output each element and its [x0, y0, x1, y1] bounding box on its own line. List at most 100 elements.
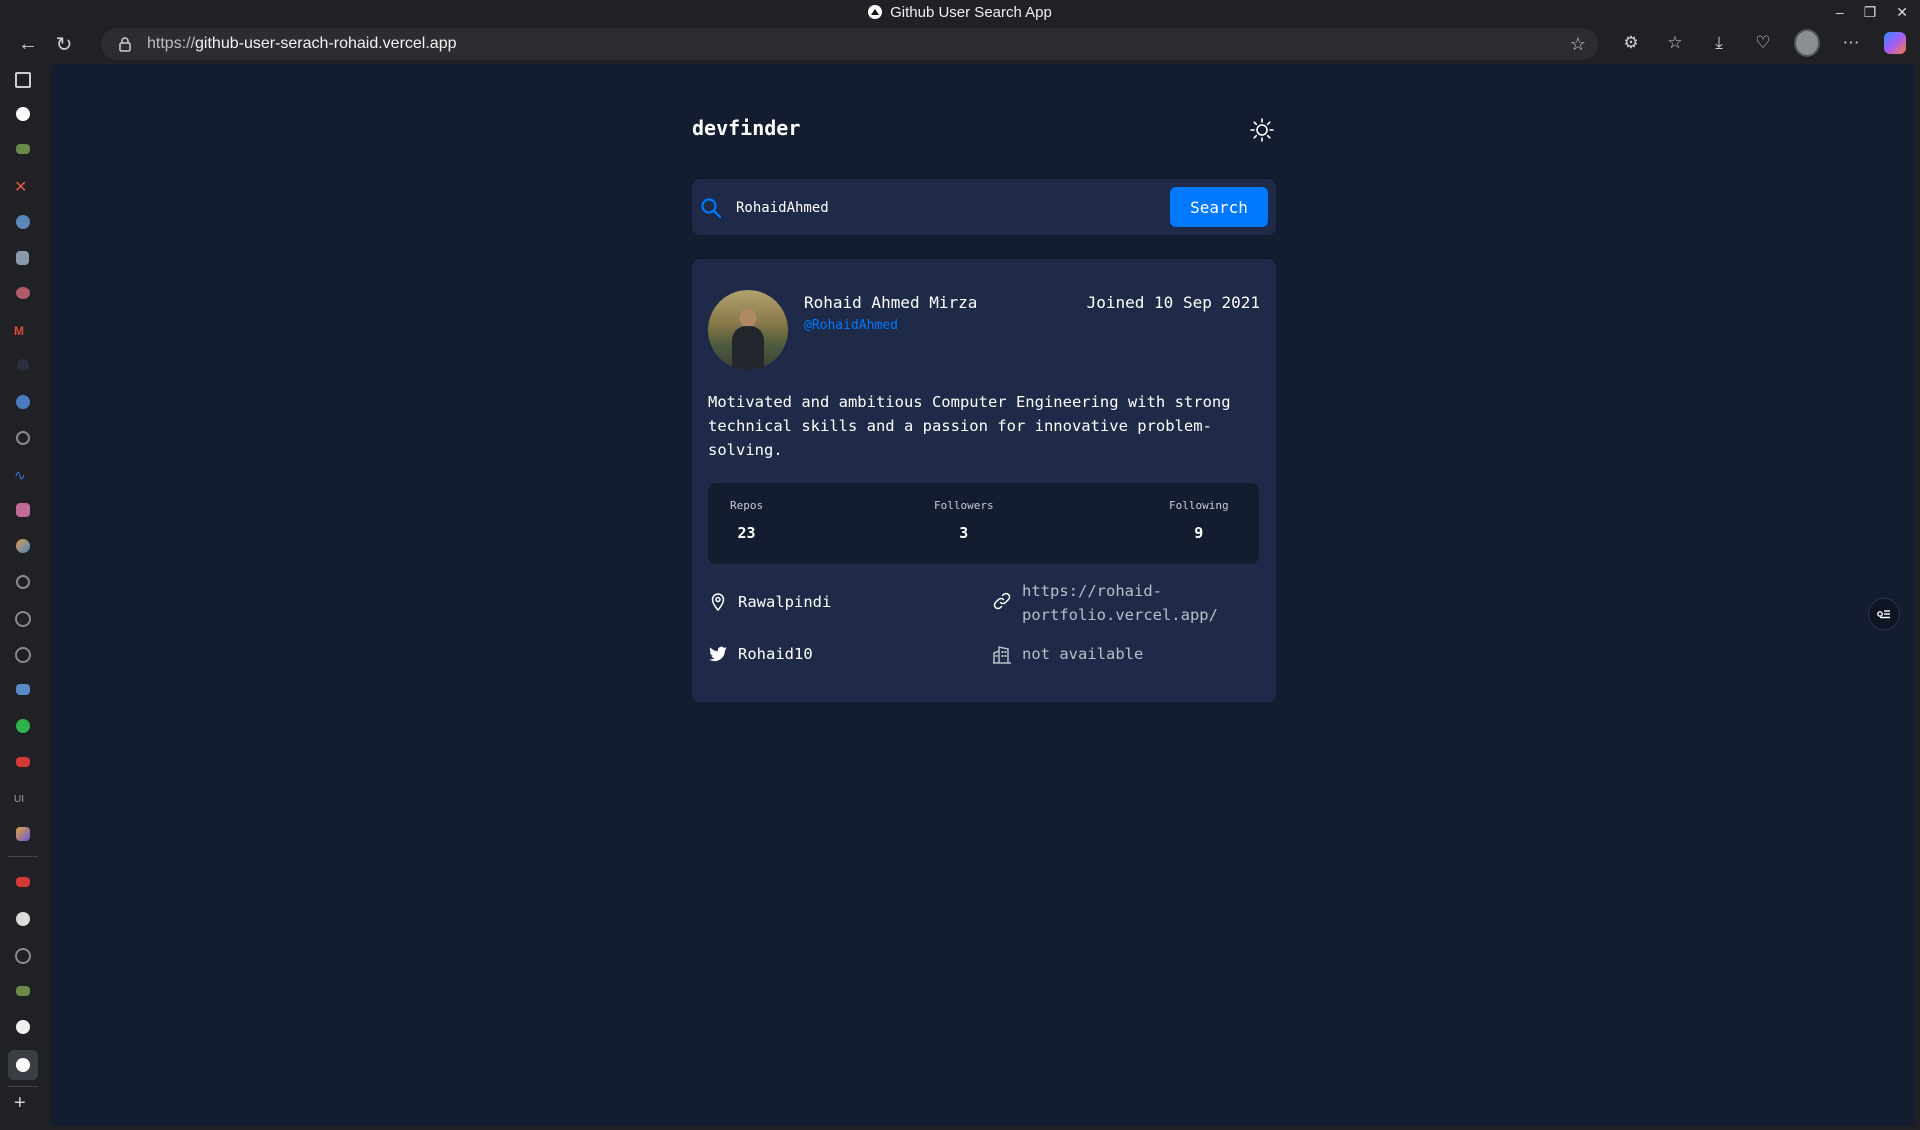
stat-repos: Repos 23 — [730, 499, 763, 542]
sidebar-separator-2 — [8, 1086, 38, 1087]
tab-icon-5[interactable] — [17, 359, 29, 371]
stat-following: Following 9 — [1169, 499, 1229, 542]
back-button[interactable]: ← — [14, 30, 42, 58]
browser-toolbar: ← ↻ https://github-user-serach-rohaid.ve… — [0, 24, 1920, 64]
stat-following-label: Following — [1169, 499, 1229, 512]
restore-button[interactable]: ❐ — [1864, 4, 1877, 21]
user-avatar — [708, 290, 788, 370]
stat-followers: Followers 3 — [934, 499, 994, 542]
twitter-bird-icon — [709, 646, 727, 662]
profile-avatar-button[interactable] — [1794, 29, 1820, 57]
more-menu-icon[interactable]: ⋯ — [1838, 30, 1864, 56]
close-button[interactable]: ✕ — [1896, 4, 1908, 21]
location-text: Rawalpindi — [738, 593, 832, 611]
downloads-icon[interactable]: ⤓ — [1706, 30, 1732, 56]
twitter-handle[interactable]: Rohaid10 — [738, 642, 813, 666]
avatar-body — [732, 326, 764, 370]
extensions-icon[interactable]: ⚙ — [1618, 30, 1644, 56]
profile-avatar-icon — [1794, 29, 1820, 57]
username-search-input[interactable] — [734, 189, 1158, 227]
location-row: Rawalpindi — [708, 590, 831, 614]
window-title: Github User Search App — [868, 4, 1052, 21]
sidebar-separator-1 — [8, 856, 38, 857]
address-bar[interactable]: https://github-user-serach-rohaid.vercel… — [101, 28, 1598, 60]
tab-icon-1[interactable] — [16, 144, 30, 154]
tab-youtube-icon-2[interactable] — [16, 877, 30, 887]
user-full-name: Rohaid Ahmed Mirza — [804, 293, 978, 312]
app-logo-icon — [868, 5, 883, 19]
sun-theme-toggle-icon[interactable] — [1248, 116, 1276, 144]
stat-repos-label: Repos — [730, 499, 764, 512]
tab-ui-icon[interactable]: UI — [14, 791, 32, 809]
tab-gmail-icon[interactable]: M — [14, 322, 32, 340]
tab-youtube-icon-1[interactable] — [16, 757, 30, 767]
tab-icon-8[interactable]: ∿ — [14, 467, 32, 485]
tab-icon-10[interactable] — [16, 539, 30, 553]
user-bio: Motivated and ambitious Computer Enginee… — [708, 393, 1231, 459]
window-titlebar: Github User Search App – ❐ ✕ — [0, 0, 1920, 24]
tab-active-vercel[interactable] — [8, 1050, 38, 1080]
link-icon — [993, 592, 1011, 610]
stat-followers-label: Followers — [934, 499, 994, 512]
tab-globe-icon-2[interactable] — [15, 647, 31, 663]
tab-icon-7[interactable] — [16, 431, 30, 445]
reload-icon: ↻ — [55, 33, 73, 56]
tab-icon-3[interactable] — [16, 251, 29, 265]
search-bar: Search — [692, 179, 1276, 235]
tab-icon-13[interactable] — [16, 986, 30, 996]
tab-vercel-icon[interactable] — [16, 107, 30, 121]
app-header: devfinder — [692, 116, 1276, 146]
tab-folder-icon[interactable] — [16, 684, 30, 695]
user-profile-card: Rohaid Ahmed Mirza @RohaidAhmed Joined 1… — [692, 259, 1276, 702]
blog-link-line-1: https://rohaid- — [1022, 582, 1162, 600]
active-tab-vercel-icon — [16, 1058, 30, 1072]
window-title-text: Github User Search App — [890, 3, 1052, 21]
tab-icon-9[interactable] — [16, 503, 30, 517]
search-button[interactable]: Search — [1170, 187, 1268, 227]
new-tab-plus-icon[interactable]: + — [14, 1093, 32, 1113]
stat-followers-value: 3 — [959, 524, 969, 542]
tab-globe-icon-3[interactable] — [15, 948, 31, 964]
window-controls: – ❐ ✕ — [1836, 0, 1908, 24]
tab-globe-icon-1[interactable] — [15, 611, 31, 627]
blog-link[interactable]: https://rohaid- portfolio.vercel.app/ — [1022, 579, 1218, 627]
floating-action-button[interactable] — [1868, 598, 1900, 630]
company-building-icon — [993, 646, 1011, 664]
company-text: not available — [1022, 645, 1144, 663]
blog-row: https://rohaid- portfolio.vercel.app/ — [992, 579, 1218, 627]
bookmark-star-icon[interactable]: ☆ — [1570, 34, 1586, 55]
tab-github-icon-2[interactable] — [16, 1020, 30, 1034]
tab-actions-icon[interactable] — [15, 72, 31, 88]
browser-essentials-icon[interactable]: ♡ — [1750, 30, 1776, 56]
tab-icon-12[interactable] — [16, 827, 30, 841]
back-arrow-icon: ← — [18, 32, 38, 55]
page-viewport: devfinder Search — [51, 64, 1915, 1126]
tab-icon-6[interactable] — [16, 395, 30, 409]
tab-whatsapp-icon[interactable] — [16, 719, 30, 733]
location-pin-icon — [711, 593, 725, 612]
toolbar-icons: ⚙ ☆ ⤓ ♡ ⋯ — [1618, 29, 1908, 57]
tab-icon-11[interactable] — [16, 575, 30, 589]
favorites-icon[interactable]: ☆ — [1662, 30, 1688, 56]
copilot-icon — [1884, 32, 1906, 54]
url-scheme: https:// — [147, 35, 196, 52]
tab-icon-4[interactable] — [16, 287, 30, 299]
avatar-head — [740, 308, 756, 328]
tab-github-icon-1[interactable] — [16, 912, 30, 926]
stats-panel: Repos 23 Followers 3 Following 9 — [708, 483, 1259, 564]
vertical-tab-sidebar: ✕ M ∿ UI + — [0, 64, 47, 1130]
lock-icon — [119, 37, 131, 52]
twitter-row: Rohaid10 — [708, 642, 813, 666]
user-login-link[interactable]: @RohaidAhmed — [804, 318, 898, 333]
blog-link-line-2: portfolio.vercel.app/ — [1022, 606, 1218, 624]
url-host: github-user-serach-rohaid.vercel.app — [195, 35, 457, 52]
tab-close-x-icon[interactable]: ✕ — [14, 179, 32, 197]
company-row: not available — [992, 642, 1143, 666]
stat-repos-value: 23 — [737, 524, 756, 542]
reload-button[interactable]: ↻ — [50, 30, 78, 58]
floating-menu-icon — [1877, 610, 1890, 619]
minimize-button[interactable]: – — [1836, 4, 1844, 20]
copilot-button[interactable] — [1882, 30, 1908, 56]
tab-icon-2[interactable] — [16, 215, 30, 229]
address-url: https://github-user-serach-rohaid.vercel… — [147, 35, 457, 53]
